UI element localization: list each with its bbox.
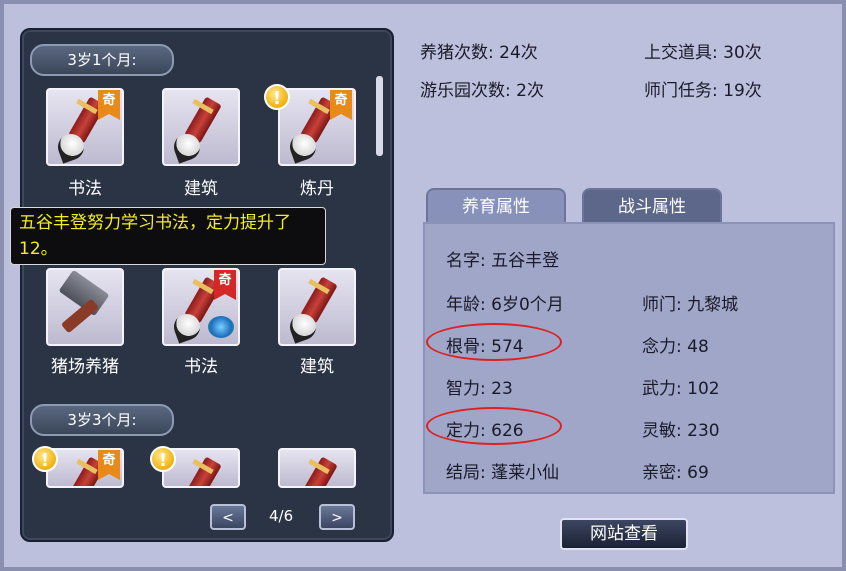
stat-amusement-park: 游乐园次数: 2次: [420, 81, 544, 101]
item-label: 书法: [184, 357, 218, 377]
attr-ending: 结局: 蓬莱小仙: [446, 463, 560, 483]
stat-items-submitted: 上交道具: 30次: [644, 43, 762, 63]
attr-age: 年龄: 6岁0个月: [446, 295, 564, 315]
scroll-thumb[interactable]: [376, 76, 383, 156]
alert-icon: !: [32, 446, 58, 472]
highlight-circle-composure: [426, 407, 562, 445]
alert-icon: !: [150, 446, 176, 472]
prev-page-button[interactable]: <: [210, 504, 246, 530]
item-calligraphy[interactable]: 奇: [46, 88, 124, 166]
tab-combat-attributes[interactable]: 战斗属性: [582, 188, 722, 222]
attr-intelligence: 智力: 23: [446, 379, 513, 399]
attr-mind-power: 念力: 48: [642, 337, 709, 357]
rare-badge: 奇: [98, 450, 120, 480]
item-building[interactable]: [162, 88, 240, 166]
scrollbar[interactable]: [372, 40, 386, 520]
item-calligraphy-2[interactable]: 奇: [162, 268, 240, 346]
item-row3-1[interactable]: 奇: [46, 448, 124, 488]
item-building-2[interactable]: [278, 268, 356, 346]
brush-icon: [300, 456, 338, 486]
section-header-3y3m: 3岁3个月:: [30, 404, 174, 436]
attr-martial: 武力: 102: [642, 379, 720, 399]
rare-badge: 奇: [98, 90, 120, 120]
orb-icon: [208, 316, 234, 338]
item-label: 建筑: [184, 179, 218, 199]
next-page-button[interactable]: >: [319, 504, 355, 530]
rare-badge: 奇: [214, 270, 236, 300]
stat-sect-tasks: 师门任务: 19次: [644, 81, 762, 101]
alert-icon: !: [264, 84, 290, 110]
tab-nurture-attributes[interactable]: 养育属性: [426, 188, 566, 222]
event-tooltip: 五谷丰登努力学习书法，定力提升了12。: [10, 207, 326, 265]
stat-pig-raising: 养猪次数: 24次: [420, 43, 538, 63]
item-pig-farm[interactable]: [46, 268, 124, 346]
brush-icon: [184, 456, 222, 486]
view-website-button[interactable]: 网站查看: [560, 518, 688, 550]
attr-name: 名字: 五谷丰登: [446, 251, 560, 271]
item-row3-3[interactable]: [278, 448, 356, 488]
page-indicator: 4/6: [269, 507, 294, 525]
attr-agility: 灵敏: 230: [642, 421, 720, 441]
rare-badge: 奇: [330, 90, 352, 120]
section-header-3y1m: 3岁1个月:: [30, 44, 174, 76]
attr-sect: 师门: 九黎城: [642, 295, 739, 315]
item-label: 猪场养猪: [51, 357, 119, 377]
highlight-circle-root-bone: [426, 323, 562, 361]
attr-intimacy: 亲密: 69: [642, 463, 709, 483]
item-label: 炼丹: [300, 179, 334, 199]
item-label: 书法: [68, 179, 102, 199]
item-label: 建筑: [300, 357, 334, 377]
